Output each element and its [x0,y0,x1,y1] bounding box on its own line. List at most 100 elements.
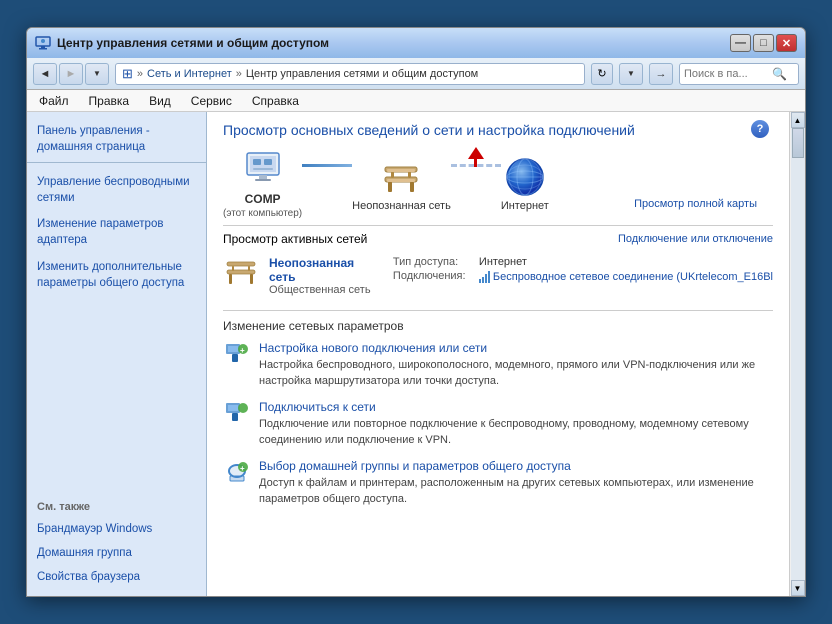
title-bar: Центр управления сетями и общим доступом… [27,28,805,58]
scroll-track [791,128,805,580]
active-networks-label: Просмотр активных сетей [223,232,367,246]
refresh-button[interactable]: ↻ [591,63,613,85]
connections-value[interactable]: Беспроводное сетевое соединение (UKrtele… [493,270,773,284]
settings-icon-1: + [223,341,251,369]
forward-button[interactable]: ► [59,63,83,85]
go-button[interactable]: → [649,63,673,85]
search-input[interactable] [684,68,769,80]
settings-desc-1: Настройка беспроводного, широкополосного… [259,359,755,387]
access-label: Тип доступа: [393,256,473,268]
breadcrumb-sep1: » [137,68,143,80]
svg-text:+: + [240,464,245,473]
internet-label: Интернет [501,200,549,212]
breadcrumb-home-icon[interactable]: ⊞ [122,66,133,82]
title-bar-left: Центр управления сетями и общим доступом [35,35,329,51]
breadcrumb: ⊞ » Сеть и Интернет » Центр управления с… [115,63,585,85]
address-bar: ◄ ► ▼ ⊞ » Сеть и Интернет » Центр управл… [27,58,805,90]
sidebar-link-adapter[interactable]: Изменение параметров адаптера [27,213,206,251]
menu-service[interactable]: Сервис [187,92,236,110]
connections-row: Подключения: Беспроводное сетевое соедин… [393,270,773,284]
bench-icon [377,158,425,198]
settings-item-2: Подключиться к сети Подключение или повт… [223,400,773,449]
signal-bar-2 [482,277,484,283]
menu-edit[interactable]: Правка [85,92,134,110]
network-item-details: Тип доступа: Интернет Подключения: [393,256,773,286]
sidebar-divider-1 [27,162,206,163]
breadcrumb-network[interactable]: Сеть и Интернет [147,68,232,80]
breadcrumb-sep2: » [236,68,242,80]
menu-help[interactable]: Справка [248,92,303,110]
sidebar-link-homegroup[interactable]: Домашняя группа [27,542,206,564]
sidebar-link-sharing[interactable]: Изменить дополнительные параметры общего… [27,256,206,294]
computer-label: COMP [245,192,281,206]
back-button[interactable]: ◄ [33,63,57,85]
connections-detail: Беспроводное сетевое соединение (UKrtele… [479,270,773,284]
scroll-up-button[interactable]: ▲ [791,112,805,128]
internet-node: Интернет [501,158,549,212]
svg-text:+: + [240,346,245,355]
help-button[interactable]: ? [751,120,769,138]
breadcrumb-current: Центр управления сетями и общим доступом [246,68,478,80]
settings-desc-2: Подключение или повторное подключение к … [259,418,749,446]
settings-item-3-content: Выбор домашней группы и параметров общег… [259,459,773,508]
settings-item-1-content: Настройка нового подключения или сети На… [259,341,773,390]
sidebar-link-home[interactable]: Панель управления - домашняя страница [27,120,206,158]
window-title: Центр управления сетями и общим доступом [57,36,329,50]
title-bar-buttons: — □ ✕ [730,34,797,52]
search-bar: 🔍 [679,63,799,85]
network-name[interactable]: Неопознанная сеть [269,256,383,284]
settings-link-3[interactable]: Выбор домашней группы и параметров общег… [259,459,773,473]
sidebar-link-firewall[interactable]: Брандмауэр Windows [27,518,206,540]
address-dropdown[interactable]: ▼ [619,63,643,85]
signal-bar-4 [488,271,490,283]
main-content: ? Просмотр основных сведений о сети и на… [207,112,789,596]
settings-item-2-content: Подключиться к сети Подключение или повт… [259,400,773,449]
maximize-button[interactable]: □ [753,34,774,52]
red-arrow-icon [468,147,484,159]
change-settings-section: Изменение сетевых параметров + Настр [223,310,773,507]
settings-icon-2 [223,400,251,428]
menu-view[interactable]: Вид [145,92,175,110]
network-diagram-container: Просмотр полной карты [223,150,773,219]
section-title: Просмотр основных сведений о сети и наст… [223,122,773,138]
sidebar-link-wireless[interactable]: Управление беспроводными сетями [27,171,206,209]
menu-file[interactable]: Файл [35,92,73,110]
access-value: Интернет [479,256,527,268]
network-label: Неопознанная сеть [352,200,451,212]
connections-label: Подключения: [393,270,473,282]
content-area: Панель управления - домашняя страница Уп… [27,112,805,596]
computer-sublabel: (этот компьютер) [223,208,302,219]
window-icon [35,35,51,51]
sidebar-link-browser[interactable]: Свойства браузера [27,566,206,588]
network-type: Общественная сеть [269,284,383,296]
scroll-thumb[interactable] [792,128,804,158]
menu-bar: Файл Правка Вид Сервис Справка [27,90,805,112]
search-icon[interactable]: 🔍 [772,67,787,81]
active-networks-header: Просмотр активных сетей Подключение или … [223,225,773,246]
red-arrow-stem [474,159,477,167]
line-net-internet [451,164,501,205]
settings-link-2[interactable]: Подключиться к сети [259,400,773,414]
close-button[interactable]: ✕ [776,34,797,52]
scrollbar[interactable]: ▲ ▼ [789,112,805,596]
minimize-button[interactable]: — [730,34,751,52]
settings-item-1: + Настройка нового подключения или сети … [223,341,773,390]
signal-bar-3 [485,274,487,283]
access-type-row: Тип доступа: Интернет [393,256,773,268]
scroll-down-button[interactable]: ▼ [791,580,805,596]
see-also-label: См. также [27,489,206,516]
settings-link-1[interactable]: Настройка нового подключения или сети [259,341,773,355]
network-item: Неопознанная сеть Общественная сеть Тип … [223,252,773,300]
computer-icon [239,150,287,190]
dropdown-button[interactable]: ▼ [85,63,109,85]
signal-bar-1 [479,279,481,283]
line-comp-net [302,164,352,205]
connect-disconnect-link[interactable]: Подключение или отключение [618,233,773,245]
network-node: Неопознанная сеть [352,158,451,212]
network-item-icon [223,256,259,292]
network-item-info: Неопознанная сеть Общественная сеть [269,256,383,296]
signal-icon [479,271,490,283]
settings-item-3: + Выбор домашней группы и параметров общ… [223,459,773,508]
view-full-map-link[interactable]: Просмотр полной карты [634,198,757,210]
computer-node: COMP (этот компьютер) [223,150,302,219]
